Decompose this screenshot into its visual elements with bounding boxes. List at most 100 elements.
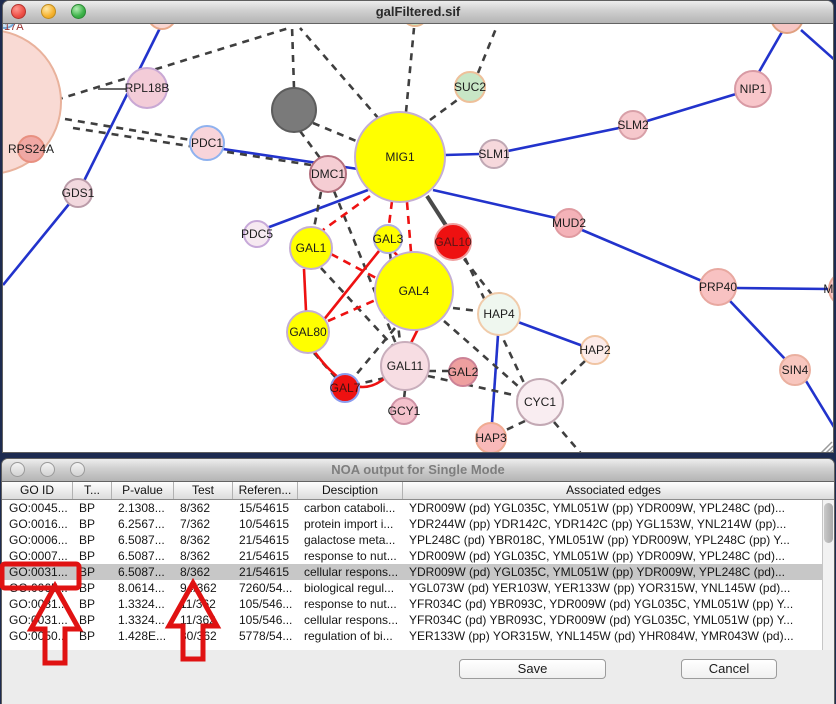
network-edge bbox=[582, 230, 702, 281]
table-cell: 6.5087... bbox=[111, 548, 173, 564]
network-edge bbox=[78, 26, 161, 193]
network-node-label-GDS1: GDS1 bbox=[62, 186, 95, 200]
table-cell: GO:0031... bbox=[2, 564, 72, 580]
column-header[interactable]: Desciption bbox=[297, 482, 402, 499]
network-node-label-GAL2: GAL2 bbox=[448, 365, 479, 379]
table-cell: YER133W (pp) YOR315W, YNL145W (pd) YHR08… bbox=[402, 628, 824, 644]
network-node-label-GAL10: GAL10 bbox=[434, 235, 472, 249]
save-button[interactable]: Save bbox=[459, 659, 606, 679]
table-cell: galactose meta... bbox=[297, 532, 402, 548]
table-cell: 8/362 bbox=[173, 548, 232, 564]
table-cell: YDR244W (pp) YDR142C, YDR142C (pp) YGL15… bbox=[402, 516, 824, 532]
cancel-button[interactable]: Cancel bbox=[681, 659, 777, 679]
network-edge bbox=[453, 308, 478, 311]
network-edge bbox=[736, 288, 829, 289]
table-cell: BP bbox=[72, 532, 111, 548]
table-row[interactable]: GO:0006...BP6.5087...8/36221/54615galact… bbox=[2, 532, 834, 548]
network-window-title: galFiltered.sif bbox=[376, 4, 461, 19]
network-node-label-SUC2: SUC2 bbox=[454, 80, 486, 94]
table-scrollbar[interactable] bbox=[822, 500, 834, 650]
table-cell: 2.1308... bbox=[111, 500, 173, 516]
table-cell: YGL073W (pd) YER103W, YER133W (pp) YOR31… bbox=[402, 580, 824, 596]
network-edge bbox=[759, 32, 782, 72]
noa-window-title: NOA output for Single Mode bbox=[331, 462, 505, 477]
network-node-label-MSL5: MSL5 bbox=[823, 282, 833, 296]
network-window-titlebar[interactable]: galFiltered.sif bbox=[3, 1, 833, 24]
network-edge bbox=[478, 26, 497, 73]
table-cell: 15/54615 bbox=[232, 500, 297, 516]
network-node-label-PDC1: PDC1 bbox=[191, 136, 223, 150]
network-node-label-MUD2: MUD2 bbox=[552, 216, 586, 230]
table-cell: 8/362 bbox=[173, 532, 232, 548]
network-edge bbox=[730, 301, 785, 359]
network-edge bbox=[389, 201, 392, 225]
minimize-button[interactable] bbox=[40, 462, 55, 477]
column-header[interactable]: GO ID bbox=[2, 482, 72, 499]
network-node-top-green[interactable] bbox=[402, 24, 428, 26]
network-node-label-MIG1: MIG1 bbox=[385, 150, 415, 164]
close-button[interactable] bbox=[10, 462, 25, 477]
table-row[interactable]: GO:0007...BP6.5087...8/36221/54615respon… bbox=[2, 548, 834, 564]
table-cell: 5778/54... bbox=[232, 628, 297, 644]
resize-grip[interactable] bbox=[821, 442, 832, 453]
noa-window-titlebar[interactable]: NOA output for Single Mode bbox=[2, 459, 834, 482]
table-cell: YPL248C (pd) YBR018C, YML051W (pp) YDR00… bbox=[402, 532, 824, 548]
network-node-label-GAL1: GAL1 bbox=[296, 241, 327, 255]
network-edge bbox=[433, 190, 556, 218]
close-button[interactable] bbox=[11, 4, 26, 19]
column-header[interactable]: Associated edges bbox=[402, 482, 824, 499]
table-cell: YDR009W (pd) YGL035C, YML051W (pp) YDR00… bbox=[402, 548, 824, 564]
table-row[interactable]: GO:0031...BP6.5087...8/36221/54615cellul… bbox=[2, 564, 834, 580]
network-edge bbox=[292, 26, 294, 88]
table-cell: GO:0007... bbox=[2, 548, 72, 564]
network-edge bbox=[647, 94, 736, 121]
table-cell: GO:0065... bbox=[2, 580, 72, 596]
table-row[interactable]: GO:0016...BP6.2567...7/36210/54615protei… bbox=[2, 516, 834, 532]
minimize-button[interactable] bbox=[41, 4, 56, 19]
network-node-label-GAL80: GAL80 bbox=[289, 325, 327, 339]
column-header[interactable]: Test bbox=[173, 482, 232, 499]
network-edge bbox=[322, 251, 379, 322]
table-cell: regulation of bi... bbox=[297, 628, 402, 644]
table-cell: 6.5087... bbox=[111, 532, 173, 548]
network-node-label-GCY1: GCY1 bbox=[388, 404, 421, 418]
table-row[interactable]: GO:0050...BP1.428E...80/3625778/54...reg… bbox=[2, 628, 834, 644]
table-cell: response to nut... bbox=[297, 596, 402, 612]
network-node-top-pink[interactable] bbox=[148, 24, 176, 29]
column-header[interactable]: T... bbox=[72, 482, 111, 499]
table-cell: 21/54615 bbox=[232, 564, 297, 580]
table-cell: 10/54615 bbox=[232, 516, 297, 532]
network-edge bbox=[557, 361, 585, 388]
network-edge bbox=[331, 254, 378, 279]
table-cell: YDR009W (pd) YGL035C, YML051W (pp) YDR00… bbox=[402, 500, 824, 516]
scrollbar-thumb[interactable] bbox=[824, 503, 833, 543]
network-node-top-right-pink[interactable] bbox=[771, 24, 803, 33]
table-row[interactable]: GO:0065...BP8.0614...94/3627260/54...bio… bbox=[2, 580, 834, 596]
table-cell: protein import i... bbox=[297, 516, 402, 532]
table-row[interactable]: GO:0031...BP1.3324...11/362105/546...cel… bbox=[2, 612, 834, 628]
table-cell: 1.428E... bbox=[111, 628, 173, 644]
network-node-label-GAL7: GAL7 bbox=[330, 381, 361, 395]
network-node-gray-node[interactable] bbox=[272, 88, 316, 132]
table-cell: BP bbox=[72, 612, 111, 628]
network-canvas[interactable]: RPL18BRPS24AGDS1PDC1PDC5DMC1MIG1SUC2SLM1… bbox=[3, 24, 833, 453]
table-cell: GO:0016... bbox=[2, 516, 72, 532]
table-cell: GO:0031... bbox=[2, 596, 72, 612]
zoom-button[interactable] bbox=[71, 4, 86, 19]
noa-output-window: NOA output for Single Mode GO IDT...P-va… bbox=[1, 458, 835, 704]
network-edge bbox=[518, 322, 583, 346]
network-node-label-RPS24A: RPS24A bbox=[8, 142, 54, 156]
column-header[interactable]: Referen... bbox=[232, 482, 297, 499]
table-header-row: GO IDT...P-valueTestReferen...Desciption… bbox=[2, 482, 834, 500]
network-node-label-CYC1: CYC1 bbox=[524, 395, 556, 409]
table-row[interactable]: GO:0031...BP1.3324...11/362105/546...res… bbox=[2, 596, 834, 612]
zoom-button[interactable] bbox=[70, 462, 85, 477]
table-cell: 8/362 bbox=[173, 564, 232, 580]
table-cell: YFR034C (pd) YBR093C, YDR009W (pd) YGL03… bbox=[402, 612, 824, 628]
table-cell: 8/362 bbox=[173, 500, 232, 516]
network-node-label-PRP40: PRP40 bbox=[699, 280, 737, 294]
table-row[interactable]: GO:0045...BP2.1308...8/36215/54615carbon… bbox=[2, 500, 834, 516]
table-cell: 8.0614... bbox=[111, 580, 173, 596]
network-node-label-HAP2: HAP2 bbox=[579, 343, 611, 357]
column-header[interactable]: P-value bbox=[111, 482, 173, 499]
